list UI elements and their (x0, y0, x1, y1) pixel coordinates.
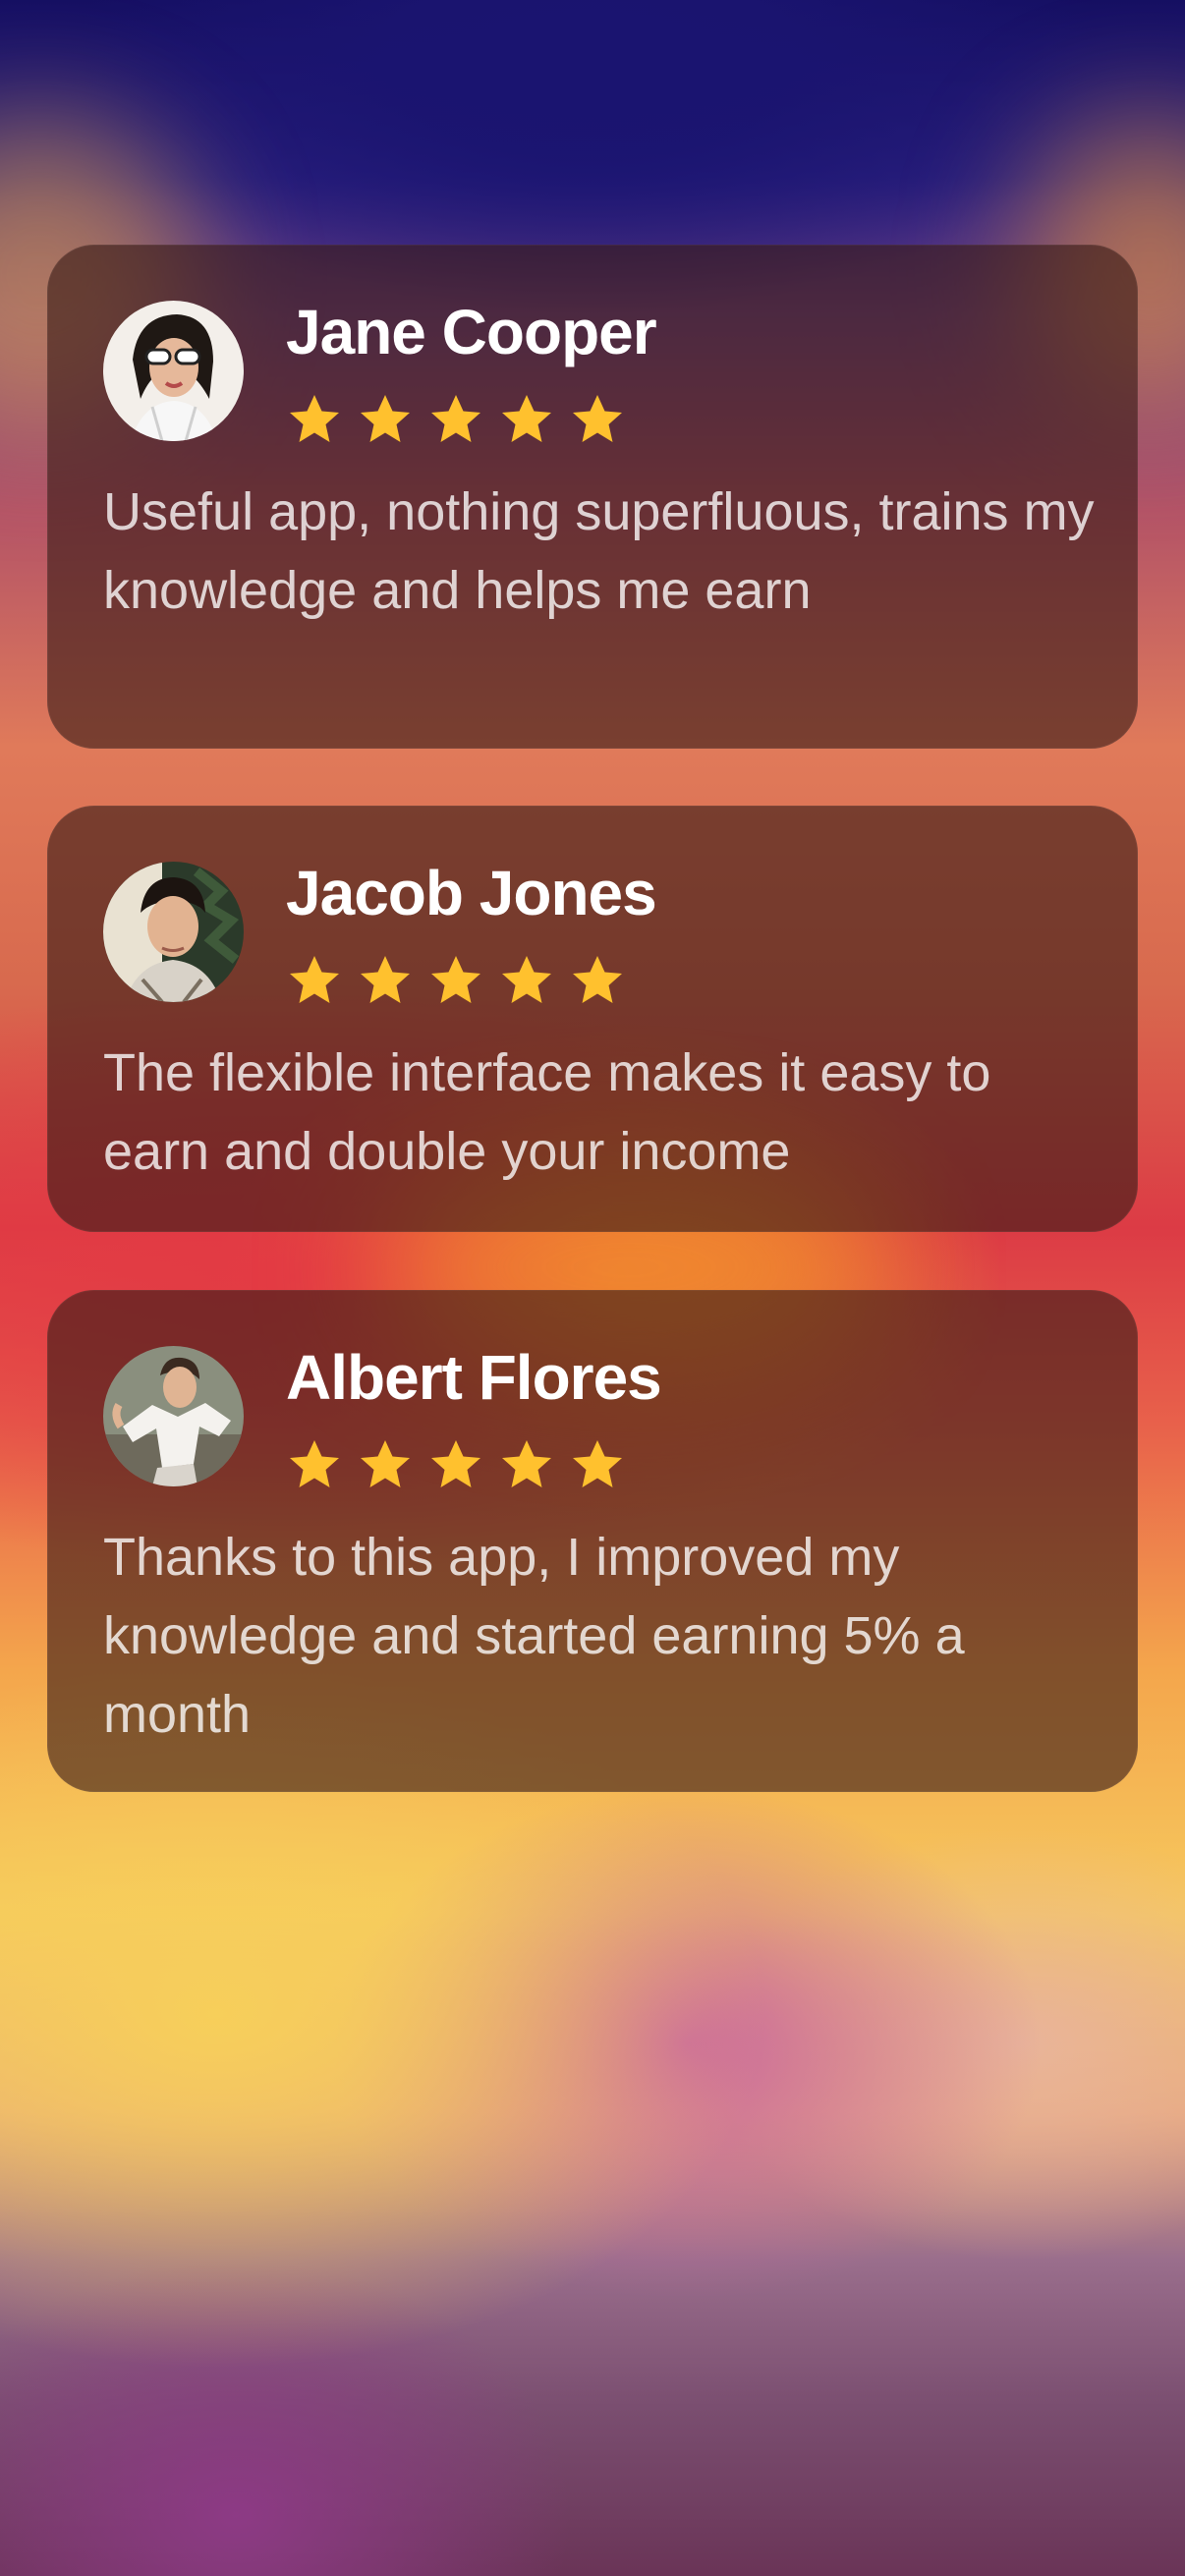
star-icon (290, 1440, 339, 1487)
avatar (103, 301, 244, 441)
person-photo-icon (103, 862, 244, 1002)
avatar (103, 1346, 244, 1486)
star-icon (431, 1440, 480, 1487)
star-icon (502, 395, 551, 442)
reviewer-name: Jane Cooper (286, 297, 657, 367)
rating-stars (287, 1437, 641, 1492)
star-icon (290, 956, 339, 1003)
review-text: The flexible interface makes it easy to … (103, 1043, 991, 1181)
star-icon (431, 956, 480, 1003)
review-text: Useful app, nothing superfluous, trains … (103, 482, 1095, 620)
star-icon (573, 956, 622, 1003)
star-icon (431, 395, 480, 442)
avatar (103, 862, 244, 1002)
reviewer-name: Albert Flores (286, 1342, 662, 1413)
star-icon (502, 956, 551, 1003)
review-card: Albert Flores Thanks to this app, I impr… (47, 1290, 1138, 1792)
person-photo-icon (103, 301, 244, 441)
rating-stars (287, 392, 641, 447)
star-icon (573, 395, 622, 442)
star-icon (290, 395, 339, 442)
star-icon (573, 1440, 622, 1487)
star-icon (361, 395, 410, 442)
review-card: Jacob Jones The flexible interface makes… (47, 806, 1138, 1232)
review-text: Thanks to this app, I improved my knowle… (103, 1528, 965, 1744)
reviewer-name: Jacob Jones (286, 858, 657, 928)
person-photo-icon (103, 1346, 244, 1486)
star-icon (502, 1440, 551, 1487)
star-icon (361, 956, 410, 1003)
rating-stars (287, 953, 641, 1008)
star-icon (361, 1440, 410, 1487)
review-card: Jane Cooper Useful app, nothing superflu… (47, 245, 1138, 749)
